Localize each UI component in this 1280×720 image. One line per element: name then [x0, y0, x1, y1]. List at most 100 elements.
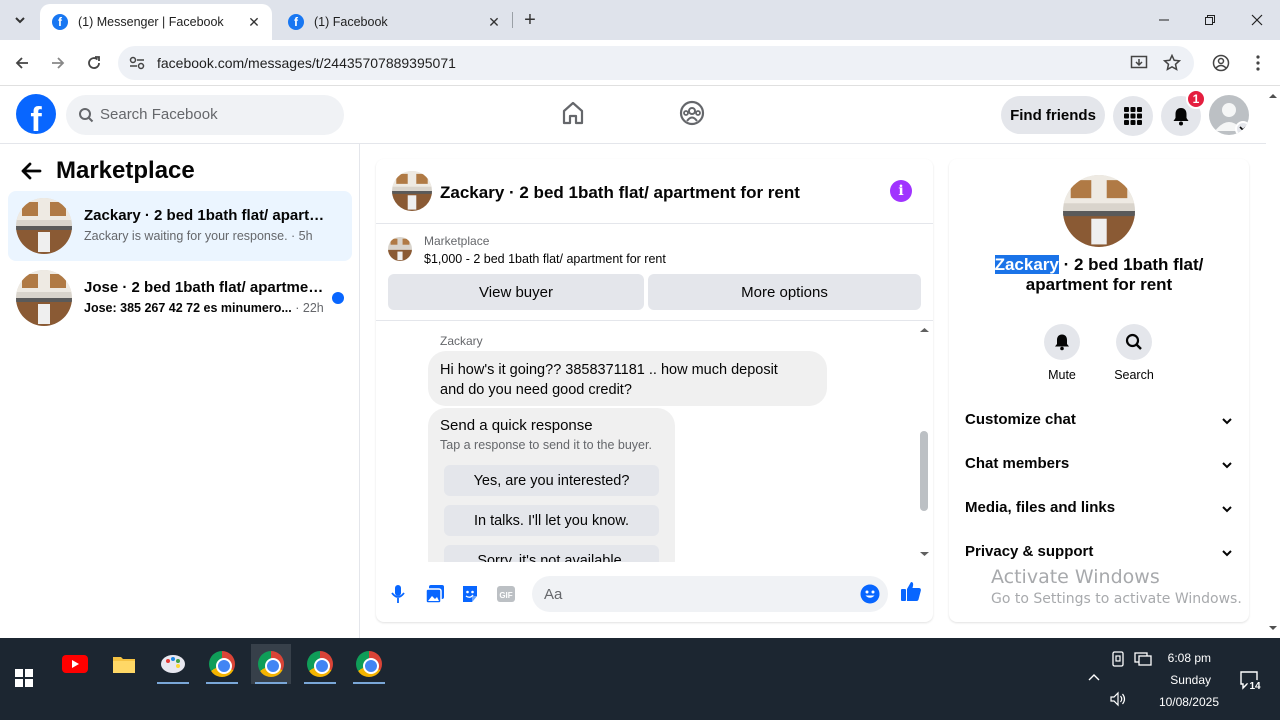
like-thumbs-up-icon[interactable]	[900, 580, 922, 602]
chat-members-section[interactable]: Chat members	[965, 455, 1233, 475]
close-window-button[interactable]	[1234, 0, 1280, 40]
facebook-logo[interactable]: f	[16, 94, 56, 134]
paint-taskbar-app[interactable]	[153, 644, 193, 684]
view-buyer-button[interactable]: View buyer	[388, 274, 644, 310]
install-app-icon[interactable]	[1130, 54, 1148, 72]
mute-action[interactable]: Mute	[1032, 324, 1092, 382]
start-button[interactable]	[4, 658, 44, 698]
emoji-icon[interactable]	[860, 584, 880, 604]
kebab-menu-icon[interactable]	[1253, 54, 1263, 72]
gif-icon[interactable]: GIF	[496, 584, 516, 604]
search-action[interactable]: Search	[1104, 324, 1164, 382]
chevron-down-icon	[1222, 462, 1232, 469]
message-bubble: Hi how's it going?? 3858371181 .. how mu…	[428, 351, 827, 406]
chat-scrollbar[interactable]	[916, 322, 933, 562]
conversation-item[interactable]: Jose · 2 bed 1bath flat/ apartment for r…	[8, 263, 352, 333]
profile-icon[interactable]	[1212, 54, 1230, 72]
quick-response-option[interactable]: Sorry, it's not available.	[444, 545, 659, 562]
close-icon	[1251, 14, 1263, 26]
restore-button[interactable]	[1187, 0, 1233, 40]
browser-tab-messenger[interactable]: f (1) Messenger | Facebook ✕	[40, 4, 272, 40]
chrome-icon	[258, 651, 284, 677]
chrome-icon	[209, 651, 235, 677]
tab-search-dropdown[interactable]	[8, 8, 32, 32]
chrome-profile-taskbar-app[interactable]	[251, 644, 291, 684]
windows-logo-icon	[15, 669, 33, 687]
back-arrow-icon[interactable]	[20, 161, 42, 181]
palette-icon	[161, 655, 185, 673]
reload-button[interactable]	[79, 48, 109, 78]
activate-windows-title: Activate Windows	[991, 566, 1160, 588]
microphone-icon[interactable]	[390, 584, 406, 604]
chrome-profile-taskbar-app[interactable]	[300, 644, 340, 684]
back-button[interactable]	[7, 48, 37, 78]
info-icon[interactable]: i	[890, 180, 912, 202]
conversation-details-panel: Zackary · 2 bed 1bath flat/ apartment fo…	[949, 159, 1249, 622]
volume-icon[interactable]	[1109, 691, 1127, 707]
clock-time[interactable]: 6:08 pm	[1150, 651, 1211, 665]
conversation-preview: Zackary is waiting for your response. · …	[84, 229, 313, 243]
account-chevron-icon	[1235, 121, 1249, 135]
more-options-button[interactable]: More options	[648, 274, 921, 310]
media-files-links-section[interactable]: Media, files and links	[965, 499, 1233, 519]
facebook-search-input[interactable]: Search Facebook	[66, 95, 344, 135]
scrollbar-thumb[interactable]	[920, 431, 928, 511]
listing-kind: Marketplace	[424, 234, 490, 248]
chrome-icon	[307, 651, 333, 677]
device-icon[interactable]	[1111, 651, 1125, 667]
selected-name-text: Zackary	[994, 255, 1059, 274]
listing-thumbnail	[388, 237, 412, 261]
scroll-up-icon[interactable]	[916, 324, 933, 336]
chat-avatar[interactable]	[392, 171, 432, 211]
arrow-right-icon	[52, 57, 65, 69]
new-tab-button[interactable]: +	[520, 9, 540, 31]
listing-price-title[interactable]: $1,000 - 2 bed 1bath flat/ apartment for…	[424, 252, 666, 266]
close-tab-icon[interactable]: ✕	[486, 14, 502, 30]
message-sender: Zackary	[440, 334, 483, 348]
page-scrollbar[interactable]	[1266, 86, 1280, 638]
scroll-down-icon[interactable]	[916, 548, 933, 560]
photo-icon[interactable]	[425, 584, 445, 604]
close-tab-icon[interactable]: ✕	[246, 14, 262, 30]
browser-tab-facebook[interactable]: f (1) Facebook ✕	[276, 4, 512, 40]
details-title: Zackary · 2 bed 1bath flat/ apartment fo…	[994, 255, 1204, 294]
chat-title[interactable]: Zackary · 2 bed 1bath flat/ apartment fo…	[440, 183, 800, 203]
find-friends-button[interactable]: Find friends	[1001, 96, 1105, 134]
scroll-up-icon[interactable]	[1266, 90, 1280, 102]
home-icon[interactable]	[561, 100, 585, 126]
facebook-favicon-icon: f	[288, 14, 304, 30]
menu-button[interactable]	[1113, 96, 1153, 136]
clock-date[interactable]: 10/08/2025	[1150, 695, 1219, 709]
quick-response-title: Send a quick response	[440, 417, 593, 434]
chrome-profile-taskbar-app[interactable]	[349, 644, 389, 684]
account-avatar[interactable]	[1209, 95, 1249, 135]
quick-response-card: Send a quick response Tap a response to …	[428, 408, 675, 562]
groups-icon[interactable]	[679, 100, 705, 126]
message-input[interactable]: Aa	[532, 576, 888, 612]
file-explorer-taskbar-app[interactable]	[104, 644, 144, 684]
arrow-left-icon	[15, 57, 28, 69]
minimize-button[interactable]	[1141, 0, 1187, 40]
bookmark-star-icon[interactable]	[1163, 54, 1181, 72]
unread-indicator	[332, 292, 344, 304]
bell-icon	[1055, 334, 1069, 351]
quick-response-option[interactable]: In talks. I'll let you know.	[444, 505, 659, 536]
clock-day[interactable]: Sunday	[1150, 673, 1211, 687]
sticker-icon[interactable]	[460, 584, 480, 604]
url-text: facebook.com/messages/t/2443570788939507…	[157, 55, 456, 71]
tray-chevron-up-icon[interactable]	[1087, 672, 1101, 682]
conversation-preview: Jose: 385 267 42 72 es minumero... · 22h	[84, 301, 324, 315]
youtube-taskbar-app[interactable]	[55, 644, 95, 684]
omnibox[interactable]: facebook.com/messages/t/2443570788939507…	[118, 46, 1194, 80]
conversation-item[interactable]: Zackary · 2 bed 1bath flat/ apartment fo…	[8, 191, 352, 261]
scroll-down-icon[interactable]	[1266, 622, 1280, 634]
privacy-support-section[interactable]: Privacy & support	[965, 543, 1233, 563]
site-info-icon[interactable]	[128, 54, 146, 72]
quick-response-subtitle: Tap a response to send it to the buyer.	[440, 438, 652, 452]
chevron-down-icon	[15, 17, 25, 24]
forward-button[interactable]	[43, 48, 73, 78]
notification-badge: 1	[1186, 89, 1206, 109]
chrome-taskbar-app[interactable]	[202, 644, 242, 684]
customize-chat-section[interactable]: Customize chat	[965, 411, 1233, 431]
quick-response-option[interactable]: Yes, are you interested?	[444, 465, 659, 496]
